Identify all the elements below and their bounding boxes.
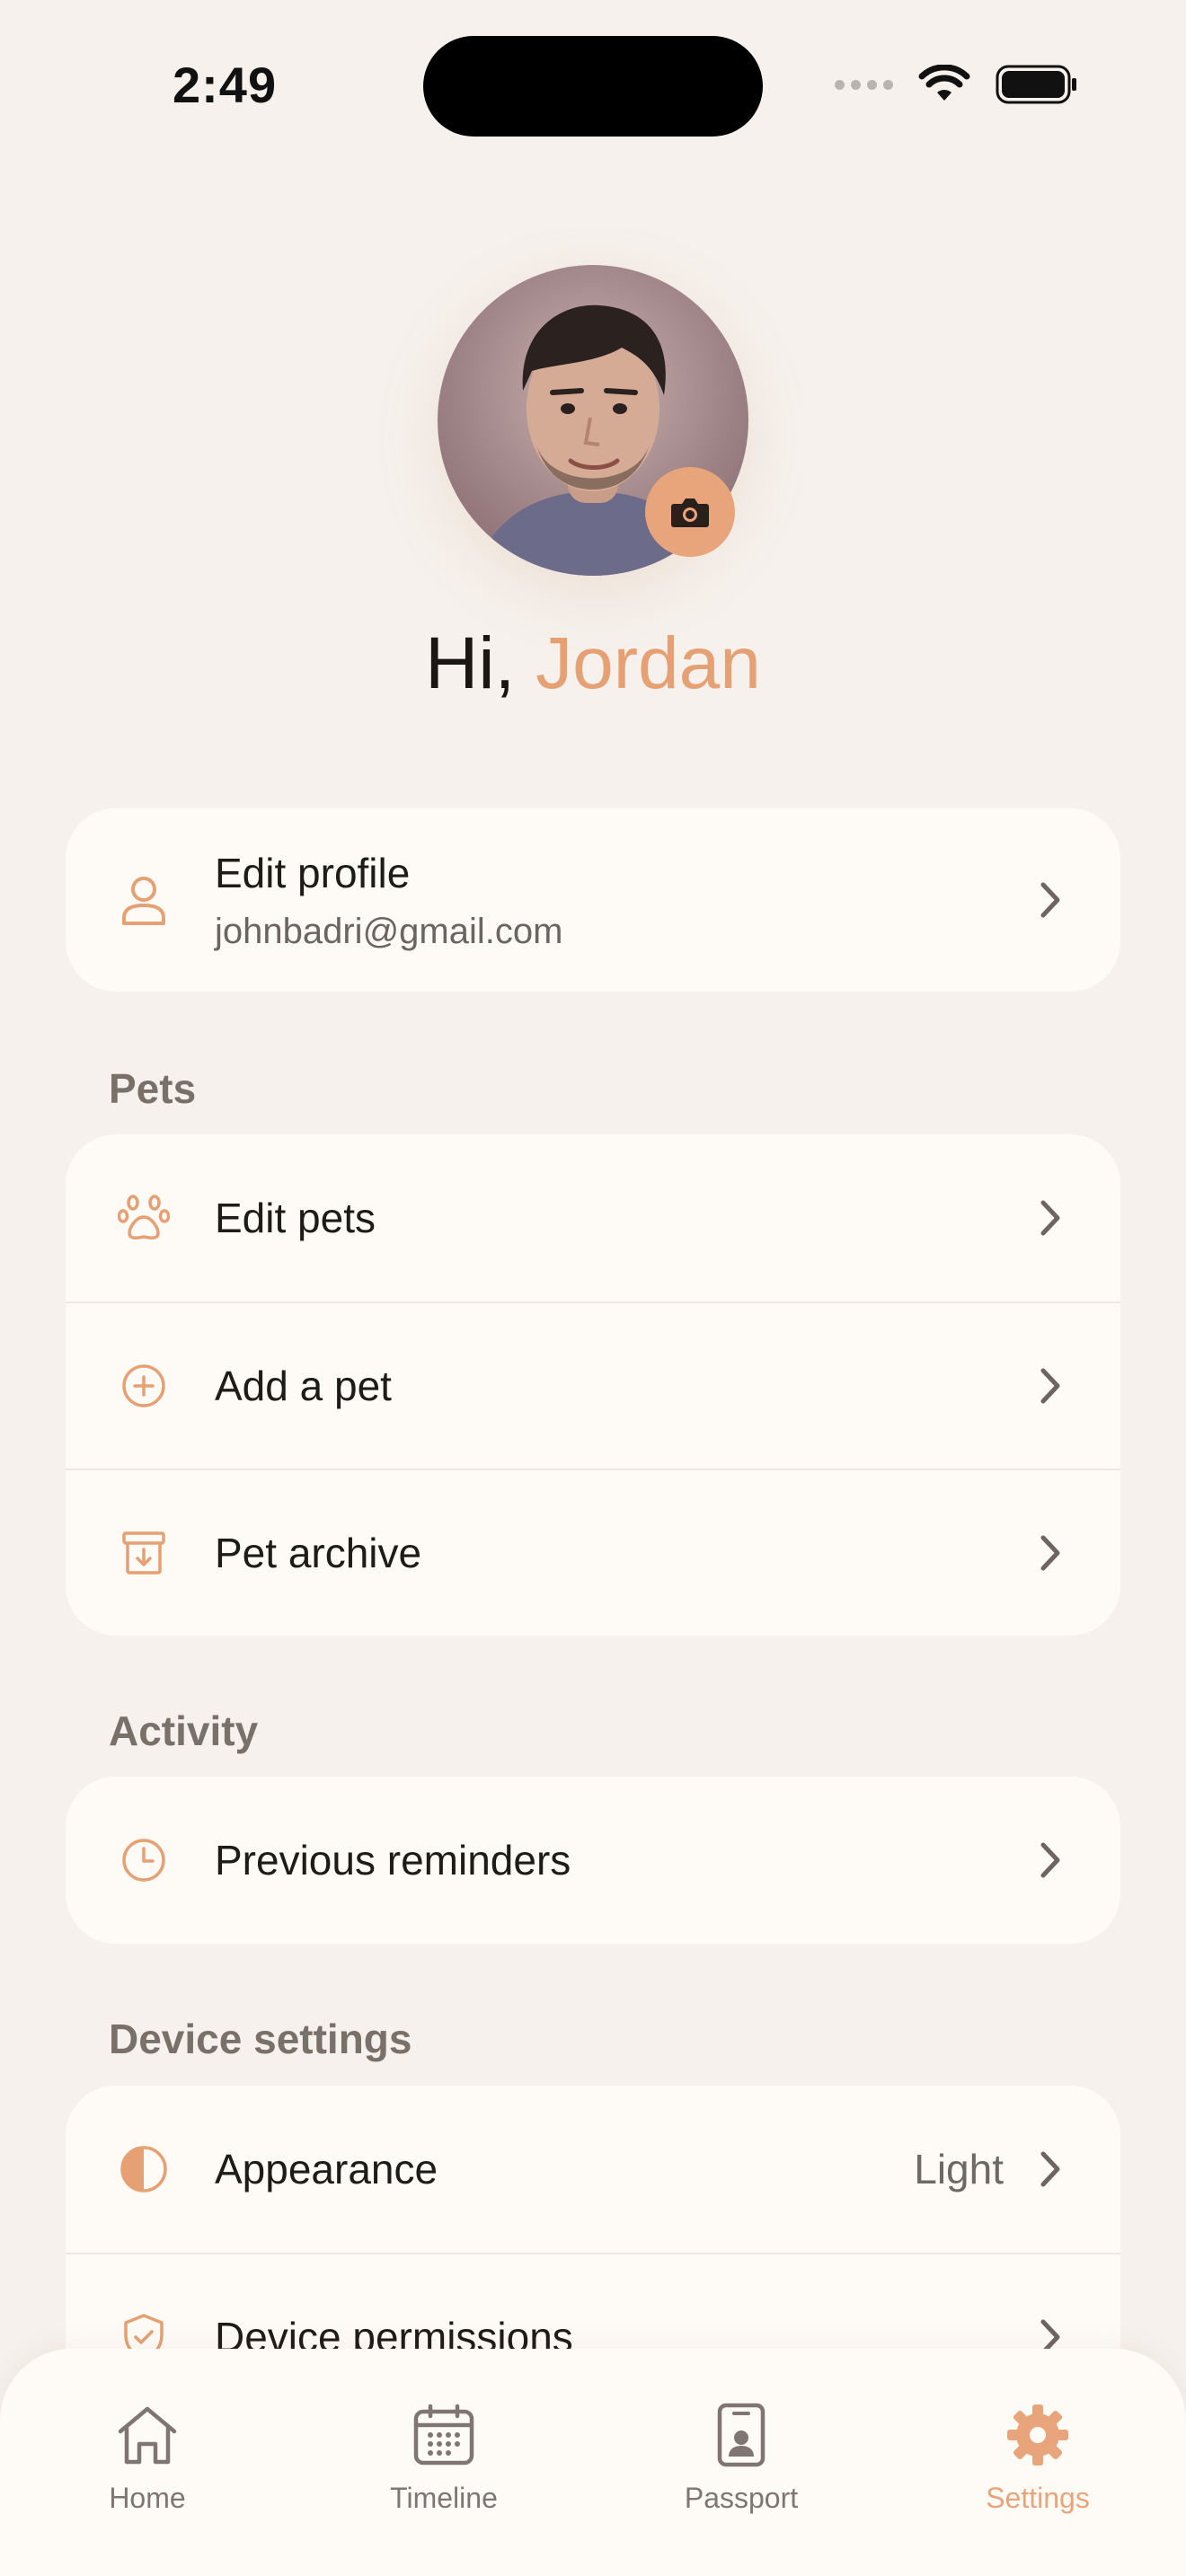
tab-home[interactable]: Home [40,2399,255,2515]
activity-card: Previous reminders [66,1777,1120,1944]
menu-item-label: Edit pets [215,1195,376,1241]
greeting-heading: Hi, Jordan [0,622,1186,706]
pets-card: Edit pets Add a pet Pet archive [66,1134,1120,1636]
chevron-right-icon [1034,878,1067,922]
calendar-icon [408,2399,480,2471]
contrast-icon [117,2142,171,2196]
menu-item-add-pet[interactable]: Add a pet [66,1301,1120,1469]
section-title-pets: Pets [109,1065,197,1112]
user-icon [117,873,171,927]
edit-profile-row[interactable]: Edit profile johnbadri@gmail.com [66,808,1120,992]
tab-passport[interactable]: Passport [633,2399,849,2515]
edit-profile-label: Edit profile [215,849,411,896]
status-time: 2:49 [173,57,278,113]
menu-item-label: Previous reminders [215,1837,571,1883]
change-photo-button[interactable] [645,467,735,557]
dynamic-island [423,36,763,137]
appearance-value: Light [914,2146,1004,2192]
chevron-right-icon [1034,1364,1067,1407]
tab-bar: Home Timeline Passport Settings [0,2349,1186,2576]
section-title-activity: Activity [109,1707,259,1754]
account-email: johnbadri@gmail.com [215,911,563,951]
chevron-right-icon [1034,1531,1067,1575]
greeting-text: Hi, [425,622,516,704]
paw-icon [117,1191,171,1245]
tab-label: Timeline [390,2482,498,2514]
tab-label: Home [109,2482,186,2514]
menu-item-appearance[interactable]: Appearance Light [66,2086,1120,2253]
tab-settings[interactable]: Settings [930,2399,1146,2515]
clock-icon [117,1833,171,1887]
home-icon [111,2399,183,2471]
menu-item-label: Appearance [215,2146,438,2192]
menu-item-label: Add a pet [215,1363,392,1409]
menu-item-pet-archive[interactable]: Pet archive [66,1469,1120,1636]
tab-timeline[interactable]: Timeline [336,2399,552,2515]
chevron-right-icon [1034,1196,1067,1239]
menu-item-previous-reminders[interactable]: Previous reminders [66,1777,1120,1944]
status-icons [835,65,1078,104]
chevron-right-icon [1034,2148,1067,2191]
battery-icon [996,65,1076,104]
user-name: Jordan [535,622,761,704]
archive-box-icon [117,1526,171,1580]
cellular-signal-icon [835,79,893,90]
tab-label: Passport [684,2482,799,2514]
passport-icon [705,2399,777,2471]
camera-icon [671,498,709,527]
menu-item-edit-pets[interactable]: Edit pets [66,1134,1120,1301]
section-title-device-settings: Device settings [109,2016,412,2062]
tab-label: Settings [986,2482,1090,2514]
wifi-icon [918,65,970,101]
chevron-right-icon [1034,1839,1067,1882]
plus-circle-icon [117,1359,171,1413]
edit-profile-card[interactable]: Edit profile johnbadri@gmail.com [66,808,1120,992]
gear-icon [1002,2399,1074,2471]
menu-item-label: Pet archive [215,1530,422,1576]
